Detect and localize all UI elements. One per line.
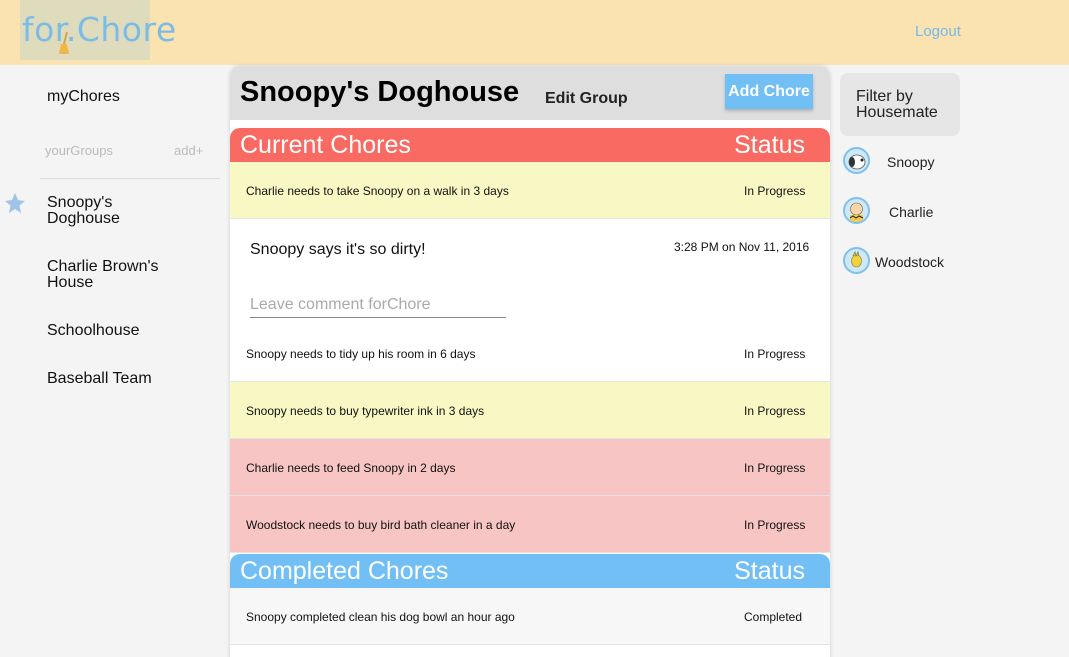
sidebar-item-mychores[interactable]: myChores <box>47 89 120 105</box>
housemate-filter-snoopy[interactable]: Snoopy <box>843 147 963 177</box>
completed-chore-row[interactable]: Snoopy completed clean his dog bowl an h… <box>230 588 830 645</box>
current-chores-title: Current Chores <box>240 131 411 159</box>
app-logo[interactable]: for.Chore <box>20 0 176 60</box>
housemate-filter-charlie[interactable]: Charlie <box>843 197 963 227</box>
chore-text: Charlie needs to feed Snoopy in 2 days <box>246 461 456 475</box>
current-chores-header: Current Chores Status <box>230 128 830 162</box>
current-status-heading: Status <box>734 131 805 159</box>
logo-text: for.Chore <box>22 10 177 49</box>
chore-row[interactable]: Snoopy needs to buy typewriter ink in 3 … <box>230 382 830 439</box>
completed-chores-header: Completed Chores Status <box>230 554 830 588</box>
completed-chores-title: Completed Chores <box>240 557 449 585</box>
top-bar: for.Chore Logout <box>0 0 1069 65</box>
completed-status-heading: Status <box>734 557 805 585</box>
avatar <box>843 147 870 174</box>
group-header: Snoopy's Doghouse Edit Group Add Chore <box>230 66 830 120</box>
add-chore-button[interactable]: Add Chore <box>725 74 813 109</box>
chore-row[interactable]: Woodstock needs to buy bird bath cleaner… <box>230 496 830 553</box>
chore-text: Snoopy completed clean his dog bowl an h… <box>246 610 515 624</box>
chore-row[interactable]: Charlie needs to feed Snoopy in 2 days I… <box>230 439 830 496</box>
logout-link[interactable]: Logout <box>915 23 961 40</box>
chore-text: Woodstock needs to buy bird bath cleaner… <box>246 518 516 532</box>
chore-row[interactable]: Snoopy needs to tidy up his room in 6 da… <box>230 325 830 382</box>
chore-status: In Progress <box>744 461 806 475</box>
chore-text: Snoopy needs to buy typewriter ink in 3 … <box>246 404 485 418</box>
sidebar: myChores yourGroups add+ Snoopy's Doghou… <box>0 65 225 657</box>
chore-text: Charlie needs to take Snoopy on a walk i… <box>246 184 509 198</box>
charlie-avatar-icon <box>849 202 864 222</box>
group-panel: Snoopy's Doghouse Edit Group Add Chore C… <box>230 66 830 657</box>
chore-status: In Progress <box>744 347 806 361</box>
filter-label: Filter by Housemate <box>856 88 938 121</box>
chore-status: In Progress <box>744 184 806 198</box>
broom-icon <box>59 32 69 54</box>
avatar <box>843 247 870 274</box>
comment-text: Snoopy says it's so dirty! <box>250 241 426 258</box>
snoopy-avatar-icon <box>848 154 866 170</box>
sidebar-item-snoopys-doghouse[interactable]: Snoopy's Doghouse <box>47 195 167 227</box>
add-group-button[interactable]: add+ <box>174 143 203 158</box>
housemate-name: Charlie <box>889 204 934 220</box>
chore-status: In Progress <box>744 518 806 532</box>
comment-input[interactable] <box>250 292 506 318</box>
avatar <box>843 197 870 224</box>
chore-status: In Progress <box>744 404 806 418</box>
chore-status: Completed <box>744 610 803 624</box>
sidebar-divider <box>40 178 220 179</box>
groups-heading: yourGroups <box>45 143 113 158</box>
housemate-name: Woodstock <box>875 254 944 270</box>
edit-group-link[interactable]: Edit Group <box>545 90 628 108</box>
star-icon <box>5 193 25 213</box>
sidebar-item-charlie-browns-house[interactable]: Charlie Brown's House <box>47 259 177 291</box>
woodstock-avatar-icon <box>851 250 862 268</box>
chore-comment-panel: Snoopy says it's so dirty! 3:28 PM on No… <box>230 220 830 324</box>
chore-row[interactable]: Charlie needs to take Snoopy on a walk i… <box>230 162 830 219</box>
housemate-filter-woodstock[interactable]: Woodstock <box>843 247 963 277</box>
sidebar-item-baseball-team[interactable]: Baseball Team <box>47 371 152 387</box>
comment-timestamp: 3:28 PM on Nov 11, 2016 <box>674 240 810 254</box>
group-title: Snoopy's Doghouse <box>240 76 520 108</box>
chore-text: Snoopy needs to tidy up his room in 6 da… <box>246 347 476 361</box>
sidebar-item-schoolhouse[interactable]: Schoolhouse <box>47 323 140 339</box>
housemate-name: Snoopy <box>887 154 935 170</box>
filter-by-housemate: Filter by Housemate <box>840 73 960 136</box>
